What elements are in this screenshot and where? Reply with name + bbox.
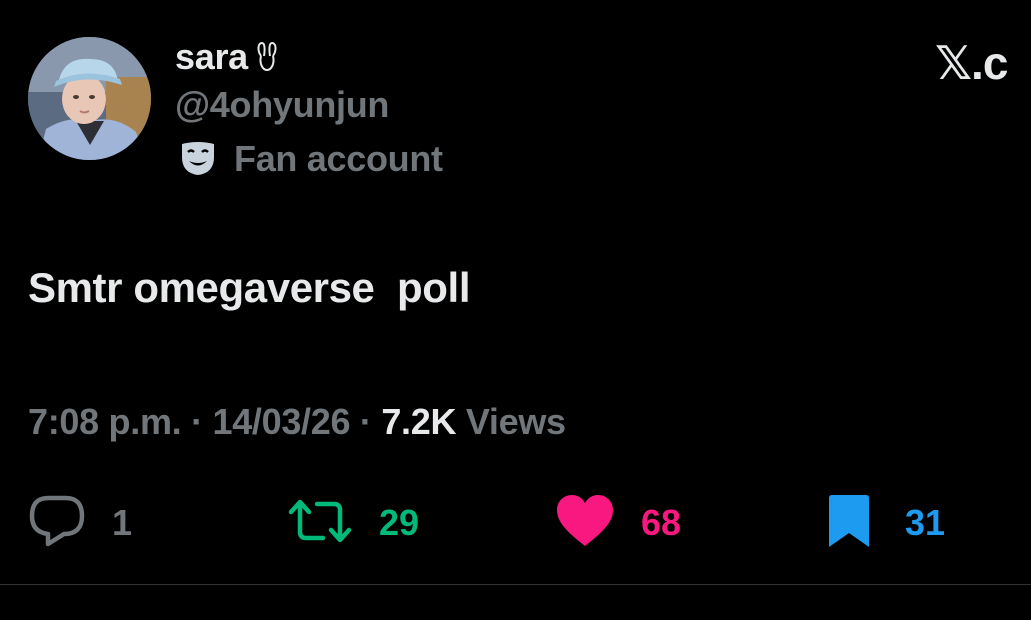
display-name[interactable]: sara: [175, 36, 248, 78]
action-bar: 1 29 68 31: [0, 494, 1031, 553]
reply-icon: [28, 494, 86, 553]
author-name-row[interactable]: sara: [175, 34, 278, 80]
bookmark-count: 31: [905, 502, 946, 543]
retweet-count: 29: [379, 502, 420, 543]
bookmark-icon: [825, 494, 873, 553]
heart-icon: [555, 494, 615, 553]
divider: [0, 584, 1031, 585]
tweet-text: Smtr omegaverse poll: [28, 264, 471, 311]
tweet-time[interactable]: 7:08 p.m.: [28, 401, 182, 442]
reply-button[interactable]: 1: [28, 495, 132, 551]
avatar[interactable]: [28, 37, 151, 160]
account-label-text: Fan account: [234, 138, 443, 179]
meta-separator: ·: [191, 401, 203, 442]
account-label: Fan account: [180, 138, 443, 180]
tweet-meta: 7:08 p.m. · 14/03/26 · 7.2K Views: [28, 401, 566, 443]
like-count: 68: [641, 502, 682, 543]
views-label: Views: [465, 401, 566, 442]
like-button[interactable]: 68: [555, 494, 682, 553]
tweet-date[interactable]: 14/03/26: [212, 401, 350, 442]
views-count: 7.2K: [381, 401, 457, 442]
retweet-icon: [287, 498, 353, 549]
bookmark-button[interactable]: 31: [825, 494, 946, 553]
author-handle[interactable]: @4ohyunjun: [175, 84, 389, 126]
meta-separator: ·: [359, 401, 372, 442]
theater-mask-icon: [180, 141, 216, 177]
reply-count: 1: [112, 502, 133, 543]
x-logo: 𝕏.c: [935, 37, 1008, 89]
retweet-button[interactable]: 29: [287, 495, 419, 551]
avatar-photo: [28, 37, 151, 160]
bunny-emoji-icon: [256, 41, 278, 77]
